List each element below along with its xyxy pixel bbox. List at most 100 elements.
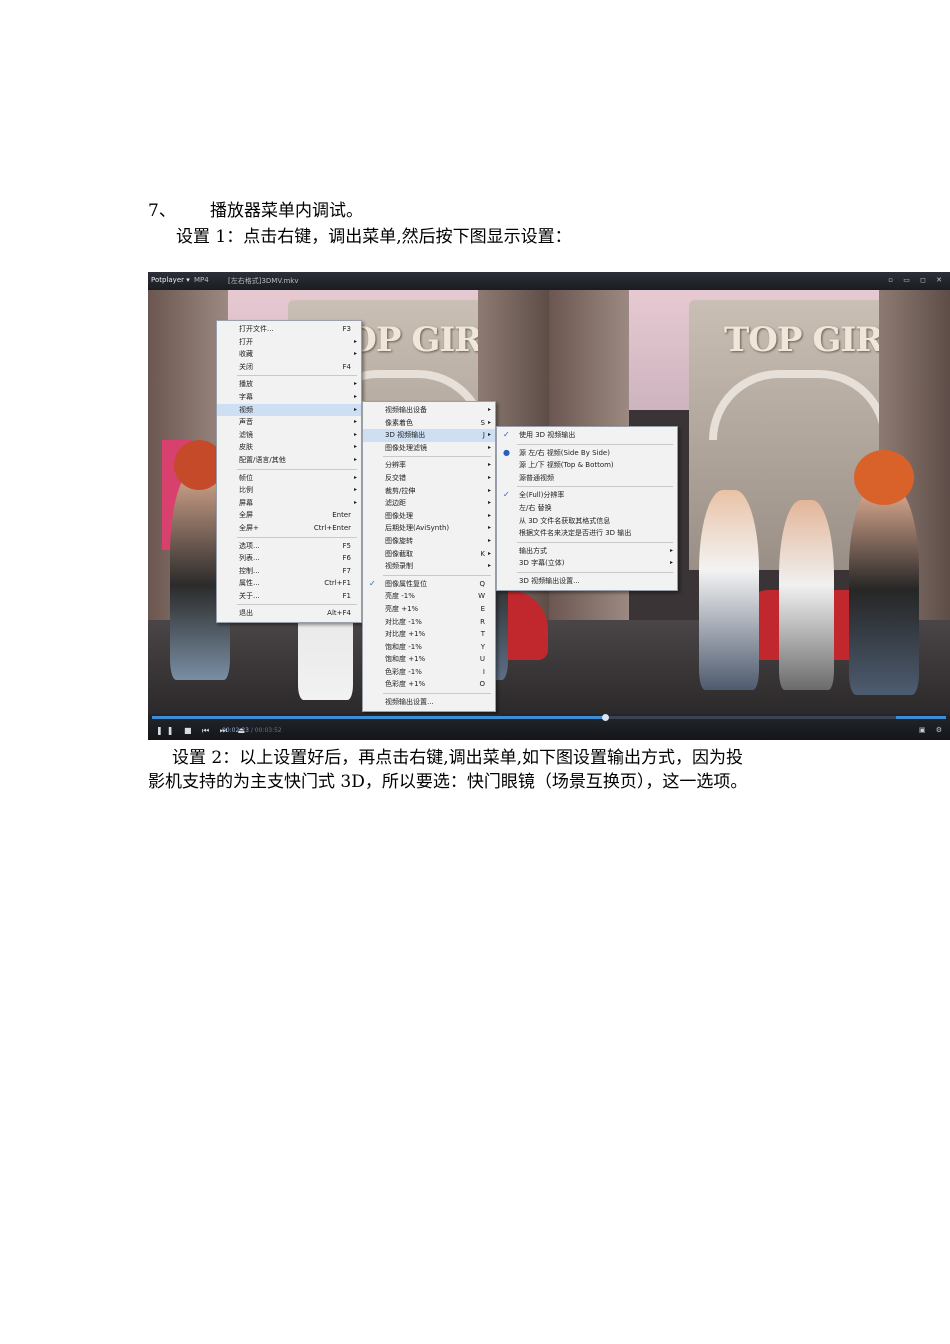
menu-item[interactable]: 对比度 +1% T	[363, 628, 495, 641]
menu-item[interactable]: 打开文件... F3	[217, 323, 361, 336]
menu-item[interactable]: 视频输出设置...	[363, 696, 495, 709]
current-time: 00:02:23	[222, 727, 249, 734]
menu-item[interactable]: 3D 字幕(立体) ▸	[497, 557, 677, 570]
chevron-right-icon: ▸	[669, 559, 673, 567]
menu-item[interactable]: 退出 Alt+F4	[217, 607, 361, 620]
menu-item[interactable]: 配置/语言/其他 ▸	[217, 454, 361, 467]
context-menu-main: 打开文件... F3 打开 ▸ 收藏 ▸ 关闭 F4 播放 ▸ 字幕 ▸ 视频 ▸ 声音 ▸ 滤镜 ▸ 皮肤 ▸ 配置/…	[216, 320, 362, 624]
menu-item-label: 控制...	[239, 566, 260, 575]
chevron-right-icon: ▸	[487, 461, 491, 469]
menu-item-label: 图像属性复位	[385, 579, 427, 588]
menu-item[interactable]: 从 3D 文件名获取其格式信息	[497, 515, 677, 528]
menu-item[interactable]: 关闭 F4	[217, 361, 361, 374]
app-menu-button[interactable]: Potplayer ▾	[151, 276, 190, 284]
chevron-right-icon: ▸	[487, 486, 491, 494]
menu-item[interactable]: 帧位 ▸	[217, 472, 361, 485]
menu-item-label: 声音	[239, 418, 253, 427]
menu-item[interactable]: 色彩度 -1% I	[363, 666, 495, 679]
menu-shortcut: E	[480, 604, 485, 613]
menu-item[interactable]: ● 源 左/右 视频(Side By Side)	[497, 447, 677, 460]
volume-slider[interactable]	[896, 716, 946, 719]
seek-handle[interactable]	[601, 714, 609, 721]
menu-shortcut: Enter	[332, 511, 351, 520]
menu-item-label: 图像处理	[385, 511, 413, 520]
menu-item[interactable]: 像素着色 S ▸	[363, 417, 495, 430]
menu-item-label: 打开文件...	[239, 325, 274, 333]
menu-item-label: 关于...	[239, 591, 260, 600]
menu-item[interactable]: 视频输出设备 ▸	[363, 404, 495, 417]
menu-item[interactable]: 播放 ▸	[217, 378, 361, 391]
menu-item[interactable]: 屏幕 ▸	[217, 497, 361, 510]
menu-item[interactable]: 皮肤 ▸	[217, 441, 361, 454]
menu-item-label: 3D 视频输出设置...	[519, 576, 580, 585]
menu-item[interactable]: 3D 视频输出 J ▸	[363, 429, 495, 442]
menu-item[interactable]: 控制... F7	[217, 565, 361, 578]
checkmark-icon: ✓	[503, 430, 510, 439]
menu-item[interactable]: 亮度 -1% W	[363, 590, 495, 603]
chevron-right-icon: ▸	[487, 473, 491, 481]
menu-item[interactable]: 色彩度 +1% O	[363, 678, 495, 691]
menu-item-label: 使用 3D 视频输出	[519, 431, 576, 439]
menu-item[interactable]: 图像截取 K ▸	[363, 548, 495, 561]
menu-shortcut: R	[480, 617, 485, 626]
chevron-right-icon: ▸	[353, 430, 357, 438]
menu-item-label: 源 上/下 视频(Top & Bottom)	[519, 461, 614, 470]
menu-item[interactable]: 选项... F5	[217, 540, 361, 553]
menu-item[interactable]: 饱和度 -1% Y	[363, 641, 495, 654]
menu-item[interactable]: 源普通视频	[497, 472, 677, 485]
menu-item[interactable]: 分辨率 ▸	[363, 459, 495, 472]
menu-item[interactable]: 滤镜 ▸	[217, 429, 361, 442]
menu-item[interactable]: 后期处理(AviSynth) ▸	[363, 522, 495, 535]
chevron-right-icon: ▸	[353, 392, 357, 400]
menu-separator	[383, 456, 491, 458]
settings-icon[interactable]: ▣ ⚙	[919, 726, 946, 734]
menu-item-label: 视频录制	[385, 562, 413, 571]
menu-item[interactable]: ✓ 图像属性复位 Q	[363, 578, 495, 591]
menu-shortcut: Ctrl+Enter	[313, 523, 351, 532]
menu-item-label: 图像旋转	[385, 536, 413, 545]
checkmark-icon: ✓	[369, 578, 376, 588]
menu-item[interactable]: 打开 ▸	[217, 336, 361, 349]
menu-item[interactable]: ✓ 全(Full)分辨率	[497, 489, 677, 502]
chevron-right-icon: ▸	[353, 337, 357, 345]
menu-item[interactable]: ✓ 使用 3D 视频输出	[497, 429, 677, 442]
menu-item[interactable]: 滤边距 ▸	[363, 497, 495, 510]
menu-item-label: 视频输出设备	[385, 406, 427, 414]
menu-item[interactable]: 声音 ▸	[217, 416, 361, 429]
menu-item-label: 饱和度 +1%	[385, 655, 426, 664]
menu-item[interactable]: 反交错 ▸	[363, 472, 495, 485]
menu-item-label: 裁剪/拉伸	[385, 486, 416, 495]
step-heading: 7、 播放器菜单内调试。	[148, 200, 363, 222]
menu-item[interactable]: 裁剪/拉伸 ▸	[363, 485, 495, 498]
menu-item[interactable]: 字幕 ▸	[217, 391, 361, 404]
menu-separator	[237, 375, 357, 377]
menu-item-label: 源普通视频	[519, 473, 554, 482]
window-controls[interactable]: ▫ ▭ ◻ ✕	[888, 276, 946, 284]
menu-item-label: 根据文件名来决定是否进行 3D 输出	[519, 529, 632, 538]
menu-item-label: 反交错	[385, 473, 406, 482]
menu-item[interactable]: 视频 ▸	[217, 403, 361, 417]
menu-item[interactable]: 图像处理滤镜 ▸	[363, 442, 495, 455]
menu-item[interactable]: 关于... F1	[217, 590, 361, 603]
menu-item[interactable]: 对比度 -1% R	[363, 616, 495, 629]
setting-2-text-line2: 影机支持的为主支快门式 3D，所以要选：快门眼镜（场景互换页），这一选项。	[148, 772, 748, 792]
menu-item[interactable]: 全屏 Enter	[217, 509, 361, 522]
menu-item[interactable]: 源 上/下 视频(Top & Bottom)	[497, 459, 677, 472]
menu-item[interactable]: 图像处理 ▸	[363, 510, 495, 523]
menu-item[interactable]: 3D 视频输出设置...	[497, 575, 677, 588]
menu-item[interactable]: 输出方式 ▸	[497, 545, 677, 558]
menu-item[interactable]: 视频录制 ▸	[363, 560, 495, 573]
seek-bar[interactable]	[152, 714, 946, 721]
menu-item-label: 比例	[239, 486, 253, 495]
menu-item[interactable]: 根据文件名来决定是否进行 3D 输出	[497, 527, 677, 540]
menu-item[interactable]: 左/右 替换	[497, 502, 677, 515]
menu-item[interactable]: 属性... Ctrl+F1	[217, 577, 361, 590]
menu-item[interactable]: 全屏+ Ctrl+Enter	[217, 522, 361, 535]
menu-separator	[517, 571, 673, 573]
menu-item[interactable]: 收藏 ▸	[217, 348, 361, 361]
menu-item[interactable]: 图像旋转 ▸	[363, 535, 495, 548]
menu-item[interactable]: 比例 ▸	[217, 484, 361, 497]
menu-item[interactable]: 亮度 +1% E	[363, 603, 495, 616]
menu-item[interactable]: 列表... F6	[217, 552, 361, 565]
menu-item[interactable]: 饱和度 +1% U	[363, 653, 495, 666]
